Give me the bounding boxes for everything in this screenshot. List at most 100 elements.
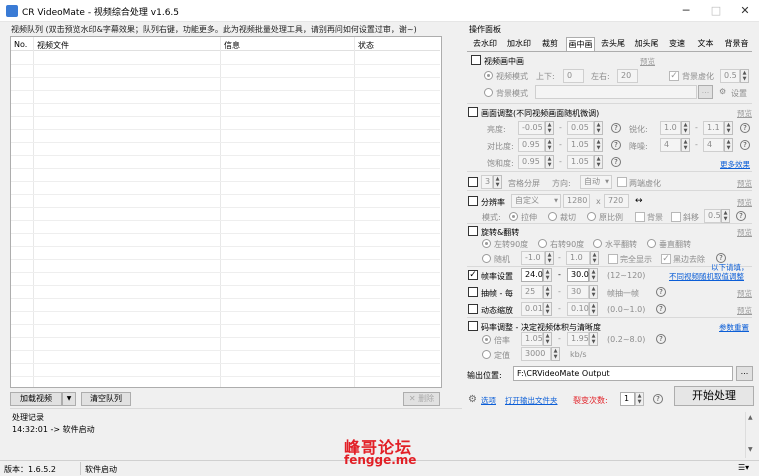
resolution-preview-link[interactable]: 预览 xyxy=(737,197,752,208)
swap-icon[interactable]: ↔ xyxy=(635,196,643,206)
tilt-stepper[interactable]: ▲ ▼ xyxy=(721,209,730,223)
rotate-preview-link[interactable]: 预览 xyxy=(737,227,752,238)
bitrate-help-icon[interactable]: ? xyxy=(656,334,666,344)
updown-input[interactable]: 0 xyxy=(563,69,584,83)
black-remove-checkbox[interactable]: ✓ xyxy=(661,254,671,264)
fixed-stepper[interactable]: ▲ ▼ xyxy=(551,347,560,361)
maximize-button[interactable]: □ xyxy=(702,3,730,19)
brightness-max-stepper[interactable]: ▲ ▼ xyxy=(594,121,603,135)
draw-frame-checkbox[interactable] xyxy=(468,287,478,297)
random-min-input[interactable]: -1.0 xyxy=(521,251,545,265)
tab-3[interactable]: 画中画 xyxy=(566,37,595,51)
scroll-down-icon[interactable]: ▼ xyxy=(748,446,753,453)
saturation-min-input[interactable]: 0.95 xyxy=(518,155,545,169)
saturation-max-stepper[interactable]: ▲ ▼ xyxy=(594,155,603,169)
split-stepper[interactable]: ▲ ▼ xyxy=(635,392,644,406)
zoom-max-input[interactable]: 0.10 xyxy=(567,302,589,316)
rotate-left-radio[interactable] xyxy=(482,239,491,248)
contrast-right-max-stepper[interactable]: ▲ ▼ xyxy=(724,138,733,152)
scroll-up-icon[interactable]: ▲ xyxy=(748,414,753,421)
vflip-radio[interactable] xyxy=(647,239,656,248)
contrast-min-input[interactable]: 0.95 xyxy=(518,138,545,152)
draw-max-input[interactable]: 30 xyxy=(567,285,589,299)
status-menu-icon[interactable]: ☰▾ xyxy=(738,463,749,472)
bg-blur-stepper[interactable]: ▲ ▼ xyxy=(740,69,749,83)
tab-5[interactable]: 加头尾 xyxy=(631,37,662,51)
mult-max-stepper[interactable]: ▲ ▼ xyxy=(589,332,598,346)
contrast-max-stepper[interactable]: ▲ ▼ xyxy=(594,138,603,152)
random-max-stepper[interactable]: ▲ ▼ xyxy=(590,251,599,265)
bg-blur-checkbox[interactable]: ✓ xyxy=(669,71,679,81)
options-gear-icon[interactable]: ⚙ xyxy=(468,394,477,405)
direction-select[interactable]: 自动 ▼ xyxy=(580,175,612,189)
fixed-input[interactable]: 3000 xyxy=(521,347,551,361)
contrast-right-min-input[interactable]: 4 xyxy=(660,138,681,152)
grid-count-stepper[interactable]: ▲ ▼ xyxy=(493,175,502,189)
delete-button[interactable]: ✕ 删除 xyxy=(403,392,440,406)
draw-min-stepper[interactable]: ▲ ▼ xyxy=(543,285,552,299)
clear-queue-button[interactable]: 清空队列 xyxy=(81,392,131,406)
tilt-input[interactable]: 0.5 xyxy=(704,209,721,223)
contrast-right-max-input[interactable]: 4 xyxy=(703,138,724,152)
frame-rate-max-input[interactable]: 30.0 xyxy=(567,268,589,282)
options-link[interactable]: 选项 xyxy=(481,395,496,406)
random-radio[interactable] xyxy=(482,254,491,263)
brightness-min-stepper[interactable]: ▲ ▼ xyxy=(545,121,554,135)
tab-6[interactable]: 变速 xyxy=(664,37,690,51)
frame-rate-max-stepper[interactable]: ▲ ▼ xyxy=(589,268,598,282)
tilt-help-icon[interactable]: ? xyxy=(736,211,746,221)
width-input[interactable]: 1280 xyxy=(563,194,590,208)
output-path-input[interactable]: F:\CRVideoMate Output xyxy=(513,366,733,381)
multiplier-radio[interactable] xyxy=(482,335,491,344)
mult-min-stepper[interactable]: ▲ ▼ xyxy=(543,332,552,346)
tab-2[interactable]: 裁剪 xyxy=(537,37,563,51)
bg-settings-label[interactable]: 设置 xyxy=(731,88,747,99)
adjust-checkbox[interactable] xyxy=(468,107,478,117)
mult-max-input[interactable]: 1.95 xyxy=(567,332,589,346)
zoom-max-stepper[interactable]: ▲ ▼ xyxy=(589,302,598,316)
zoom-min-stepper[interactable]: ▲ ▼ xyxy=(543,302,552,316)
tilt-checkbox[interactable] xyxy=(671,212,681,222)
add-video-dropdown-icon[interactable]: ▼ xyxy=(62,392,76,406)
params-reset-link[interactable]: 参数重置 xyxy=(719,322,749,333)
bg-blur-input[interactable]: 0.5 xyxy=(720,69,740,83)
crop-radio[interactable] xyxy=(548,212,557,221)
draw-preview-link[interactable]: 预览 xyxy=(737,288,752,299)
contrast-help-icon[interactable]: ? xyxy=(611,140,621,150)
resolution-preset-select[interactable]: 自定义 ▼ xyxy=(511,194,561,208)
saturation-help-icon[interactable]: ? xyxy=(611,157,621,167)
zoom-checkbox[interactable] xyxy=(468,304,478,314)
zoom-min-input[interactable]: 0.01 xyxy=(521,302,543,316)
col-file[interactable]: 视频文件 xyxy=(37,40,69,51)
zoom-help-icon[interactable]: ? xyxy=(656,304,666,314)
close-button[interactable]: ✕ xyxy=(731,3,759,19)
bitrate-checkbox[interactable] xyxy=(468,321,478,331)
draw-max-stepper[interactable]: ▲ ▼ xyxy=(589,285,598,299)
more-effects-link[interactable]: 更多效果 xyxy=(720,159,750,170)
brightness-max-input[interactable]: 0.05 xyxy=(567,121,594,135)
frame-rate-min-stepper[interactable]: ▲ ▼ xyxy=(543,268,552,282)
grid-preview-link[interactable]: 预览 xyxy=(737,178,752,189)
ends-blur-checkbox[interactable] xyxy=(617,177,627,187)
grid-count-input[interactable]: 3 xyxy=(481,175,493,189)
brightness-right-min-input[interactable]: 1.0 xyxy=(660,121,681,135)
background-checkbox[interactable] xyxy=(635,212,645,222)
mult-min-input[interactable]: 1.05 xyxy=(521,332,543,346)
brightness-right-max-input[interactable]: 1.1 xyxy=(703,121,724,135)
stretch-radio[interactable] xyxy=(509,212,518,221)
col-status[interactable]: 状态 xyxy=(358,40,374,51)
start-processing-button[interactable]: 开始处理 xyxy=(674,386,754,406)
contrast-right-help-icon[interactable]: ? xyxy=(740,140,750,150)
brightness-min-input[interactable]: -0.05 xyxy=(518,121,545,135)
random-min-stepper[interactable]: ▲ ▼ xyxy=(545,251,554,265)
leftright-input[interactable]: 20 xyxy=(617,69,638,83)
hflip-radio[interactable] xyxy=(593,239,602,248)
minimize-button[interactable]: ─ xyxy=(672,3,700,19)
zoom-preview-link[interactable]: 预览 xyxy=(737,305,752,316)
saturation-min-stepper[interactable]: ▲ ▼ xyxy=(545,155,554,169)
brightness-help-icon[interactable]: ? xyxy=(611,123,621,133)
tab-0[interactable]: 去水印 xyxy=(469,37,501,51)
bg-mode-radio[interactable] xyxy=(484,88,493,97)
brightness-right-help-icon[interactable]: ? xyxy=(740,123,750,133)
split-input[interactable]: 1 xyxy=(620,392,635,406)
